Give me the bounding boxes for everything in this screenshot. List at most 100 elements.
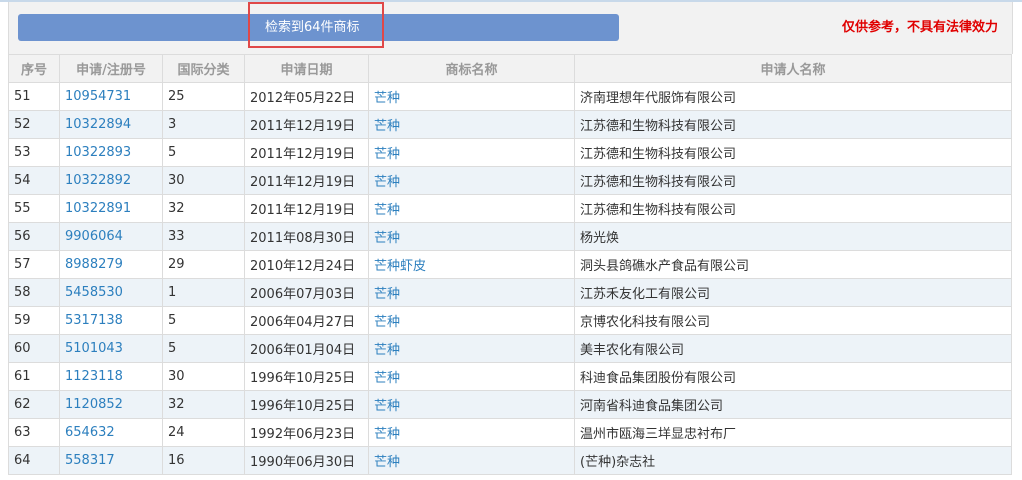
- reg-number-link[interactable]: 10322894: [65, 117, 131, 132]
- table-cell: 10322892: [59, 166, 163, 195]
- cell-date: 2011年12月19日: [244, 166, 369, 195]
- column-header-mark-name[interactable]: 商标名称: [368, 54, 575, 83]
- cell-class: 5: [162, 334, 245, 363]
- trademark-name-link[interactable]: 芒种: [374, 147, 400, 162]
- reg-number-link[interactable]: 1123118: [65, 369, 123, 384]
- table-cell: 芒种: [368, 194, 575, 223]
- trademark-name-link[interactable]: 芒种: [374, 119, 400, 134]
- cell-date: 2011年12月19日: [244, 138, 369, 167]
- table-cell: 10322891: [59, 194, 163, 223]
- table-cell: 芒种: [368, 362, 575, 391]
- trademark-name-link[interactable]: 芒种: [374, 455, 400, 470]
- cell-applicant: 济南理想年代服饰有限公司: [574, 82, 1012, 111]
- cell-index: 64: [8, 446, 60, 475]
- reg-number-link[interactable]: 10954731: [65, 89, 131, 104]
- cell-date: 2011年08月30日: [244, 222, 369, 251]
- cell-index: 60: [8, 334, 60, 363]
- cell-date: 2010年12月24日: [244, 250, 369, 279]
- cell-class: 1: [162, 278, 245, 307]
- trademark-name-link[interactable]: 芒种: [374, 343, 400, 358]
- disclaimer-text: 仅供参考，不具有法律效力: [841, 20, 998, 35]
- cell-date: 1990年06月30日: [244, 446, 369, 475]
- table-cell: 5458530: [59, 278, 163, 307]
- cell-index: 63: [8, 418, 60, 447]
- cell-applicant: 江苏德和生物科技有限公司: [574, 110, 1012, 139]
- cell-class: 3: [162, 110, 245, 139]
- table-cell: 8988279: [59, 250, 163, 279]
- cell-class: 16: [162, 446, 245, 475]
- table-row: 57 8988279 29 2010年12月24日 芒种虾皮 洞头县鸽礁水产食品有限公司: [8, 250, 1012, 279]
- cell-index: 62: [8, 390, 60, 419]
- cell-date: 2011年12月19日: [244, 194, 369, 223]
- table-row: 62 1120852 32 1996年10月25日 芒种 河南省科迪食品集团公司: [8, 390, 1012, 419]
- table-row: 59 5317138 5 2006年04月27日 芒种 京博农化科技有限公司: [8, 306, 1012, 335]
- cell-date: 2006年01月04日: [244, 334, 369, 363]
- reg-number-link[interactable]: 10322893: [65, 145, 131, 160]
- trademark-name-link[interactable]: 芒种虾皮: [374, 259, 426, 274]
- table-cell: 芒种: [368, 446, 575, 475]
- cell-applicant: 京博农化科技有限公司: [574, 306, 1012, 335]
- table-cell: 芒种: [368, 222, 575, 251]
- cell-date: 2012年05月22日: [244, 82, 369, 111]
- table-cell: 5101043: [59, 334, 163, 363]
- cell-date: 1996年10月25日: [244, 362, 369, 391]
- cell-index: 59: [8, 306, 60, 335]
- table-row: 61 1123118 30 1996年10月25日 芒种 科迪食品集团股份有限公司: [8, 362, 1012, 391]
- trademark-name-link[interactable]: 芒种: [374, 371, 400, 386]
- cell-index: 53: [8, 138, 60, 167]
- cell-index: 52: [8, 110, 60, 139]
- reg-number-link[interactable]: 654632: [65, 425, 115, 440]
- column-header-applicant[interactable]: 申请人名称: [574, 54, 1012, 83]
- trademark-name-link[interactable]: 芒种: [374, 427, 400, 442]
- column-header-class[interactable]: 国际分类: [162, 54, 245, 83]
- trademark-name-link[interactable]: 芒种: [374, 203, 400, 218]
- cell-class: 30: [162, 362, 245, 391]
- cell-class: 5: [162, 138, 245, 167]
- table-cell: 9906064: [59, 222, 163, 251]
- trademark-name-link[interactable]: 芒种: [374, 399, 400, 414]
- reg-number-link[interactable]: 5317138: [65, 313, 123, 328]
- column-header-date[interactable]: 申请日期: [244, 54, 369, 83]
- cell-index: 57: [8, 250, 60, 279]
- reg-number-link[interactable]: 9906064: [65, 229, 123, 244]
- cell-class: 5: [162, 306, 245, 335]
- trademark-name-link[interactable]: 芒种: [374, 287, 400, 302]
- reg-number-link[interactable]: 5101043: [65, 341, 123, 356]
- trademark-name-link[interactable]: 芒种: [374, 315, 400, 330]
- cell-applicant: 美丰农化有限公司: [574, 334, 1012, 363]
- cell-applicant: 洞头县鸽礁水产食品有限公司: [574, 250, 1012, 279]
- cell-applicant: 江苏德和生物科技有限公司: [574, 166, 1012, 195]
- table-row: 53 10322893 5 2011年12月19日 芒种 江苏德和生物科技有限公司: [8, 138, 1012, 167]
- table-cell: 10322893: [59, 138, 163, 167]
- cell-class: 30: [162, 166, 245, 195]
- cell-date: 2011年12月19日: [244, 110, 369, 139]
- reg-number-link[interactable]: 10322891: [65, 201, 131, 216]
- column-header-reg-no[interactable]: 申请/注册号: [59, 54, 163, 83]
- table-cell: 芒种: [368, 390, 575, 419]
- reg-number-link[interactable]: 10322892: [65, 173, 131, 188]
- trademark-name-link[interactable]: 芒种: [374, 231, 400, 246]
- cell-applicant: 江苏禾友化工有限公司: [574, 278, 1012, 307]
- cell-applicant: (芒种)杂志社: [574, 446, 1012, 475]
- column-header-index[interactable]: 序号: [8, 54, 60, 83]
- cell-index: 61: [8, 362, 60, 391]
- table-row: 52 10322894 3 2011年12月19日 芒种 江苏德和生物科技有限公司: [8, 110, 1012, 139]
- reg-number-link[interactable]: 5458530: [65, 285, 123, 300]
- cell-date: 2006年04月27日: [244, 306, 369, 335]
- trademark-name-link[interactable]: 芒种: [374, 175, 400, 190]
- cell-index: 55: [8, 194, 60, 223]
- cell-index: 56: [8, 222, 60, 251]
- table-row: 58 5458530 1 2006年07月03日 芒种 江苏禾友化工有限公司: [8, 278, 1012, 307]
- table-header-row: 序号 申请/注册号 国际分类 申请日期 商标名称 申请人名称: [8, 54, 1012, 83]
- table-cell: 1123118: [59, 362, 163, 391]
- reg-number-link[interactable]: 1120852: [65, 397, 123, 412]
- cell-applicant: 杨光焕: [574, 222, 1012, 251]
- reg-number-link[interactable]: 558317: [65, 453, 115, 468]
- cell-class: 25: [162, 82, 245, 111]
- table-cell: 芒种: [368, 334, 575, 363]
- trademark-name-link[interactable]: 芒种: [374, 91, 400, 106]
- table-row: 64 558317 16 1990年06月30日 芒种 (芒种)杂志社: [8, 446, 1012, 475]
- reg-number-link[interactable]: 8988279: [65, 257, 123, 272]
- table-cell: 1120852: [59, 390, 163, 419]
- cell-class: 33: [162, 222, 245, 251]
